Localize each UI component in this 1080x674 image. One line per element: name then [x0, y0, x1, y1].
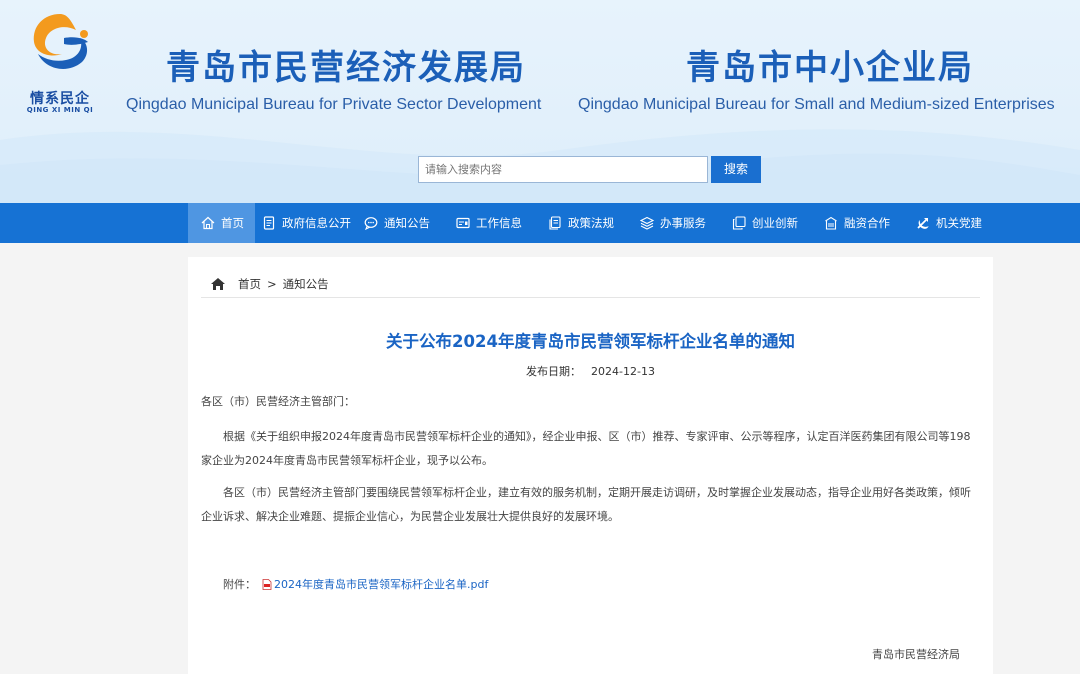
site-logo[interactable]: 情系民企 QING XI MIN QI [18, 8, 102, 118]
nav-item-party[interactable]: 机关党建 [916, 203, 982, 243]
nav-item-label: 首页 [221, 216, 244, 230]
chat-icon [364, 216, 378, 230]
nav-item-work-info[interactable]: 工作信息 [456, 203, 522, 243]
copy-icon [732, 216, 746, 230]
logo-emblem-icon [33, 14, 88, 69]
home-icon[interactable] [210, 277, 226, 291]
nav-item-label: 工作信息 [476, 216, 522, 230]
home-icon [201, 216, 215, 230]
bureau2-title-cn: 青岛市中小企业局 [686, 48, 974, 88]
breadcrumb-divider [201, 297, 980, 298]
bureau1-title-en: Qingdao Municipal Bureau for Private Sec… [126, 96, 542, 113]
nav-item-services[interactable]: 办事服务 [640, 203, 706, 243]
nav-item-home[interactable]: 首页 [188, 203, 255, 243]
nav-item-label: 创业创新 [752, 216, 798, 230]
document-icon [262, 216, 276, 230]
article-paragraph: 根据《关于组织申报2024年度青岛市民营领军标杆企业的通知》，经企业申报、区（市… [201, 430, 971, 467]
pdf-file-icon [262, 578, 272, 590]
nav-item-label: 政策法规 [568, 216, 614, 230]
attachment-link[interactable]: 2024年度青岛市民营领军标杆企业名单.pdf [274, 576, 488, 592]
attachment: 附件： 2024年度青岛市民营领军标杆企业名单.pdf [223, 576, 488, 592]
nav-item-label: 政府信息公开 [282, 216, 351, 230]
party-emblem-icon [916, 216, 930, 230]
nav-item-notices[interactable]: 通知公告 [364, 203, 430, 243]
logo-name-pinyin: QING XI MIN QI [26, 106, 94, 114]
publish-date-label: 发布日期： [526, 365, 582, 378]
publish-date-value: 2024-12-13 [591, 365, 655, 378]
article-paragraph: 各区（市）民营经济主管部门要围绕民营领军标杆企业，建立有效的服务机制，定期开展走… [201, 486, 971, 523]
nav-item-label: 办事服务 [660, 216, 706, 230]
building-icon [824, 216, 838, 230]
breadcrumb-home-link[interactable]: 首页 [238, 276, 261, 292]
search-input[interactable] [418, 156, 708, 183]
nav-item-innovation[interactable]: 创业创新 [732, 203, 798, 243]
breadcrumb: 首页 > 通知公告 [210, 276, 329, 292]
files-icon [548, 216, 562, 230]
nav-item-label: 融资合作 [844, 216, 890, 230]
search-button[interactable]: 搜索 [711, 156, 761, 183]
nav-item-gov-info[interactable]: 政府信息公开 [262, 203, 351, 243]
breadcrumb-separator: > [267, 277, 277, 291]
bureau2-title-en: Qingdao Municipal Bureau for Small and M… [578, 96, 1055, 113]
nav-item-label: 通知公告 [384, 216, 430, 230]
logo-name-cn: 情系民企 [30, 91, 90, 107]
article-salutation: 各区（市）民营经济主管部门： [201, 395, 355, 408]
article-title: 关于公布2024年度青岛市民营领军标杆企业名单的通知 [386, 332, 795, 351]
layers-icon [640, 216, 654, 230]
nav-item-financing[interactable]: 融资合作 [824, 203, 890, 243]
breadcrumb-current[interactable]: 通知公告 [283, 276, 329, 292]
card-icon [456, 216, 470, 230]
main-nav: 首页 政府信息公开 通知公告 工作信息 政策法规 办事服务 创业创新 融资合作 … [0, 203, 1080, 243]
bureau1-title-cn: 青岛市民营经济发展局 [166, 48, 526, 88]
publish-date: 发布日期： 2024-12-13 [188, 363, 993, 379]
site-header: 情系民企 QING XI MIN QI 青岛市民营经济发展局 Qingdao M… [0, 0, 1080, 203]
attachment-label: 附件： [223, 578, 256, 591]
nav-item-policies[interactable]: 政策法规 [548, 203, 614, 243]
nav-item-label: 机关党建 [936, 216, 982, 230]
article-signature: 青岛市民营经济局 [872, 648, 960, 661]
